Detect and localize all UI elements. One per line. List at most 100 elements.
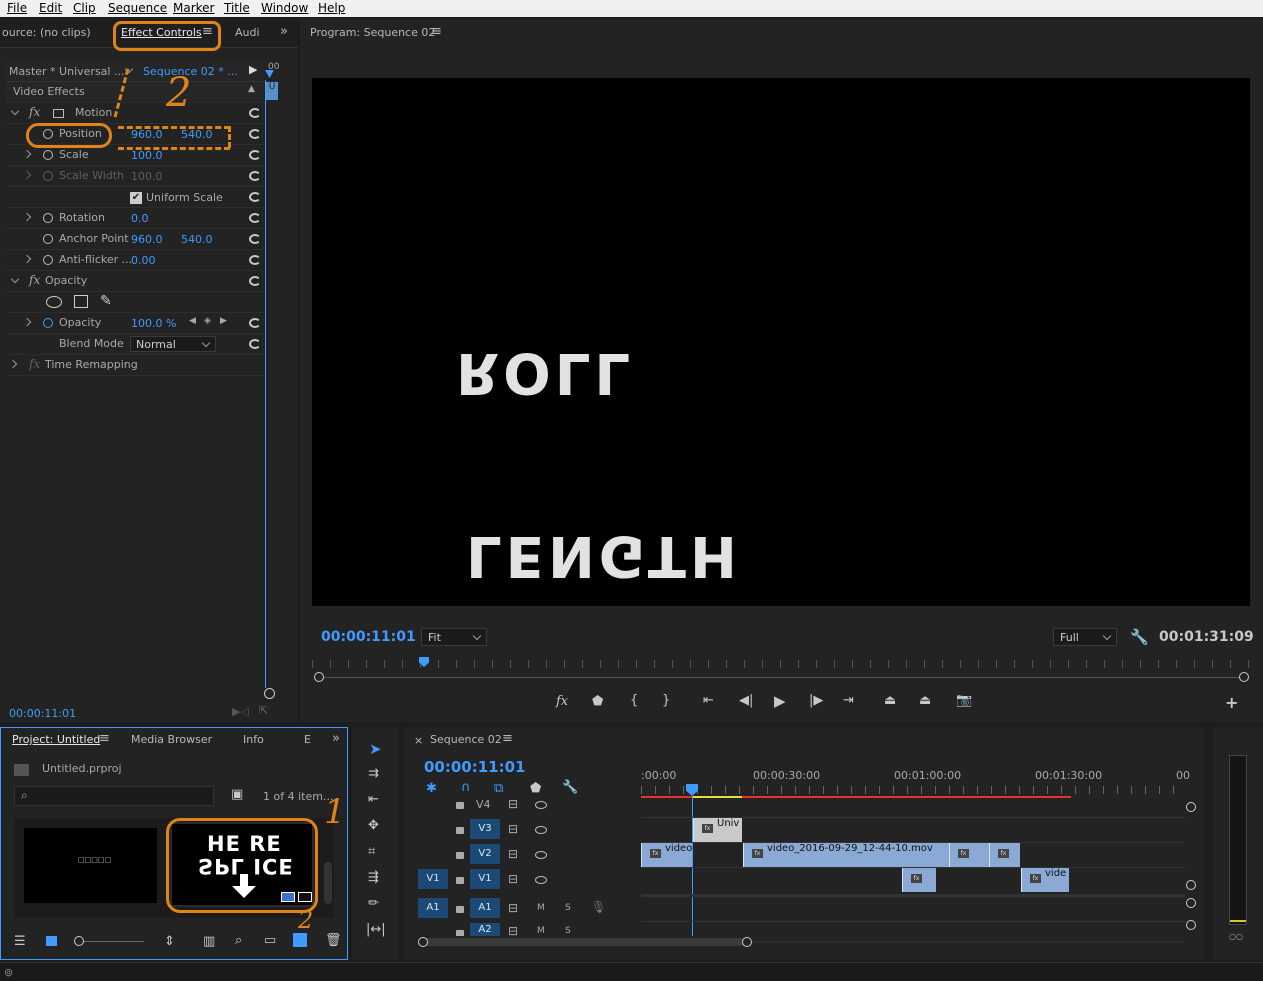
creative-cloud-icon[interactable]: ⊚ xyxy=(4,966,13,979)
expand-chevron-icon[interactable] xyxy=(10,106,20,116)
step-forward-icon[interactable]: |▶ xyxy=(809,693,823,708)
expand-chevron-icon[interactable] xyxy=(22,254,32,264)
zoom-slider-thumb[interactable] xyxy=(74,936,84,946)
reset-icon[interactable] xyxy=(249,339,261,349)
solo-button[interactable]: S xyxy=(565,903,571,913)
scale-value[interactable]: 100.0 xyxy=(131,149,163,162)
tab-project[interactable]: Project: Untitled xyxy=(12,733,100,746)
lock-icon[interactable] xyxy=(456,906,464,913)
rectangle-mask-icon[interactable] xyxy=(74,295,88,308)
lift-icon[interactable]: ⏏ xyxy=(884,693,896,708)
export-frame-icon[interactable]: ⇱ xyxy=(259,704,268,717)
position-y-value[interactable]: 540.0 xyxy=(181,128,213,141)
anchor-y-value[interactable]: 540.0 xyxy=(181,233,213,246)
add-keyframe-icon[interactable]: ◈ xyxy=(204,316,211,326)
play-audio-icon[interactable]: ▶◁ xyxy=(232,705,249,718)
clip-v2-video-d[interactable]: fx xyxy=(989,843,1020,867)
sync-lock-icon[interactable]: ⊟ xyxy=(508,797,518,811)
reset-icon[interactable] xyxy=(249,234,261,244)
time-remapping-row[interactable]: fx Time Remapping xyxy=(6,355,264,376)
fx-icon[interactable]: fx xyxy=(29,105,40,119)
automate-to-sequence-icon[interactable]: ▥ xyxy=(203,934,215,949)
zoom-handle-left-icon[interactable] xyxy=(314,672,324,682)
mute-button[interactable]: M xyxy=(537,903,545,913)
program-video-frame[interactable]: ROLL LENGTH xyxy=(312,78,1250,606)
clip-v3-graphic[interactable]: fx Univ xyxy=(693,818,742,842)
menu-edit[interactable]: Edit xyxy=(39,1,62,15)
play-triangle-icon[interactable]: ▶ xyxy=(249,63,257,76)
fx-toggle-icon[interactable]: fx xyxy=(556,694,568,709)
anchor-x-value[interactable]: 960.0 xyxy=(131,233,163,246)
new-search-bin-icon[interactable]: ▣ xyxy=(231,787,243,802)
effect-controls-timecode[interactable]: 00:00:11:01 xyxy=(9,707,76,720)
program-time-ruler[interactable] xyxy=(312,660,1250,668)
timeline-sequence-title[interactable]: Sequence 02 xyxy=(430,733,502,746)
track-target-v2[interactable]: V2 xyxy=(470,844,500,864)
stopwatch-icon[interactable] xyxy=(43,255,53,265)
reset-icon[interactable] xyxy=(249,213,261,223)
clip-v2-video-a[interactable]: fx video xyxy=(641,843,692,867)
voiceover-mic-icon[interactable]: 🎙 xyxy=(591,900,606,914)
new-bin-icon[interactable]: ▭ xyxy=(264,933,276,948)
trash-icon[interactable]: 🗑 xyxy=(325,933,342,948)
expand-chevron-icon[interactable] xyxy=(22,149,32,159)
blend-mode-select[interactable]: Normal xyxy=(130,336,216,352)
fx-icon[interactable]: fx xyxy=(29,273,40,287)
zoom-fit-select[interactable]: Fit xyxy=(421,628,487,646)
lock-icon[interactable] xyxy=(456,852,464,859)
track-target-a1[interactable]: A1 xyxy=(470,898,500,918)
selection-tool-icon[interactable]: ➤ xyxy=(369,740,382,758)
export-frame-camera-icon[interactable]: 📷 xyxy=(956,693,972,708)
ripple-edit-tool-icon[interactable]: ⇤ xyxy=(368,792,379,807)
overflow-chevrons-icon[interactable]: » xyxy=(280,24,288,39)
transform-box-icon[interactable] xyxy=(53,109,64,118)
tab-source[interactable]: ource: (no clips) xyxy=(2,26,91,39)
pen-mask-icon[interactable]: ✎ xyxy=(100,293,112,309)
clip-v1-video-b[interactable]: fx vide xyxy=(1021,868,1069,892)
reset-icon[interactable] xyxy=(249,276,261,286)
prev-keyframe-icon[interactable]: ◀ xyxy=(189,316,196,326)
reset-icon[interactable] xyxy=(249,129,261,139)
sync-lock-icon[interactable]: ⊟ xyxy=(508,872,518,886)
reset-icon[interactable] xyxy=(249,150,261,160)
rate-stretch-tool-icon[interactable]: ⌗ xyxy=(368,844,375,859)
sync-lock-icon[interactable]: ⊟ xyxy=(508,847,518,861)
project-scrollbar[interactable] xyxy=(324,862,332,904)
sync-lock-icon[interactable]: ⊟ xyxy=(508,822,518,836)
motion-row[interactable]: fx Motion xyxy=(6,103,264,124)
source-patch-a1[interactable]: A1 xyxy=(418,898,448,918)
zoom-handle-right-icon[interactable] xyxy=(1239,672,1249,682)
horizontal-scroll-thumb[interactable] xyxy=(423,938,748,946)
add-marker-icon[interactable]: ⬟ xyxy=(592,694,603,709)
expand-chevron-icon[interactable] xyxy=(8,359,18,369)
timeline-timecode[interactable]: 00:00:11:01 xyxy=(424,758,526,776)
uniform-scale-checkbox[interactable]: ✔ xyxy=(130,192,142,204)
opacity-section-row[interactable]: fx Opacity xyxy=(6,271,264,292)
menu-help[interactable]: Help xyxy=(318,1,345,15)
menu-sequence[interactable]: Sequence xyxy=(108,1,167,15)
clip-v2-video-b[interactable]: fx video_2016-09-29_12-44-10.mov xyxy=(743,843,949,867)
panel-menu-icon[interactable]: ≡ xyxy=(431,24,442,39)
rotation-value[interactable]: 0.0 xyxy=(131,212,149,225)
eye-icon[interactable] xyxy=(535,801,547,809)
stopwatch-icon[interactable] xyxy=(43,318,53,328)
expand-chevron-icon[interactable] xyxy=(10,274,20,284)
project-item-thumbnail[interactable]: □□□□□ xyxy=(24,828,157,903)
close-tab-icon[interactable]: × xyxy=(414,734,423,747)
panel-menu-icon[interactable]: ≡ xyxy=(99,731,110,746)
menu-file[interactable]: File xyxy=(7,1,27,15)
sync-lock-icon[interactable]: ⊟ xyxy=(508,901,518,915)
lock-icon[interactable] xyxy=(456,802,464,809)
position-x-value[interactable]: 960.0 xyxy=(131,128,163,141)
tab-audio[interactable]: Audi xyxy=(235,26,260,39)
expand-chevron-icon[interactable] xyxy=(22,212,32,222)
reset-icon[interactable] xyxy=(249,108,261,118)
zoom-slider-track[interactable] xyxy=(80,941,144,942)
antiflicker-value[interactable]: 0.00 xyxy=(131,254,156,267)
new-item-icon[interactable] xyxy=(293,933,307,947)
stopwatch-icon[interactable] xyxy=(43,213,53,223)
collapse-up-icon[interactable]: ▲ xyxy=(248,84,255,94)
track-name[interactable]: V4 xyxy=(476,798,491,811)
find-icon[interactable]: ⌕ xyxy=(235,933,242,948)
timeline-ruler[interactable] xyxy=(641,786,1185,794)
